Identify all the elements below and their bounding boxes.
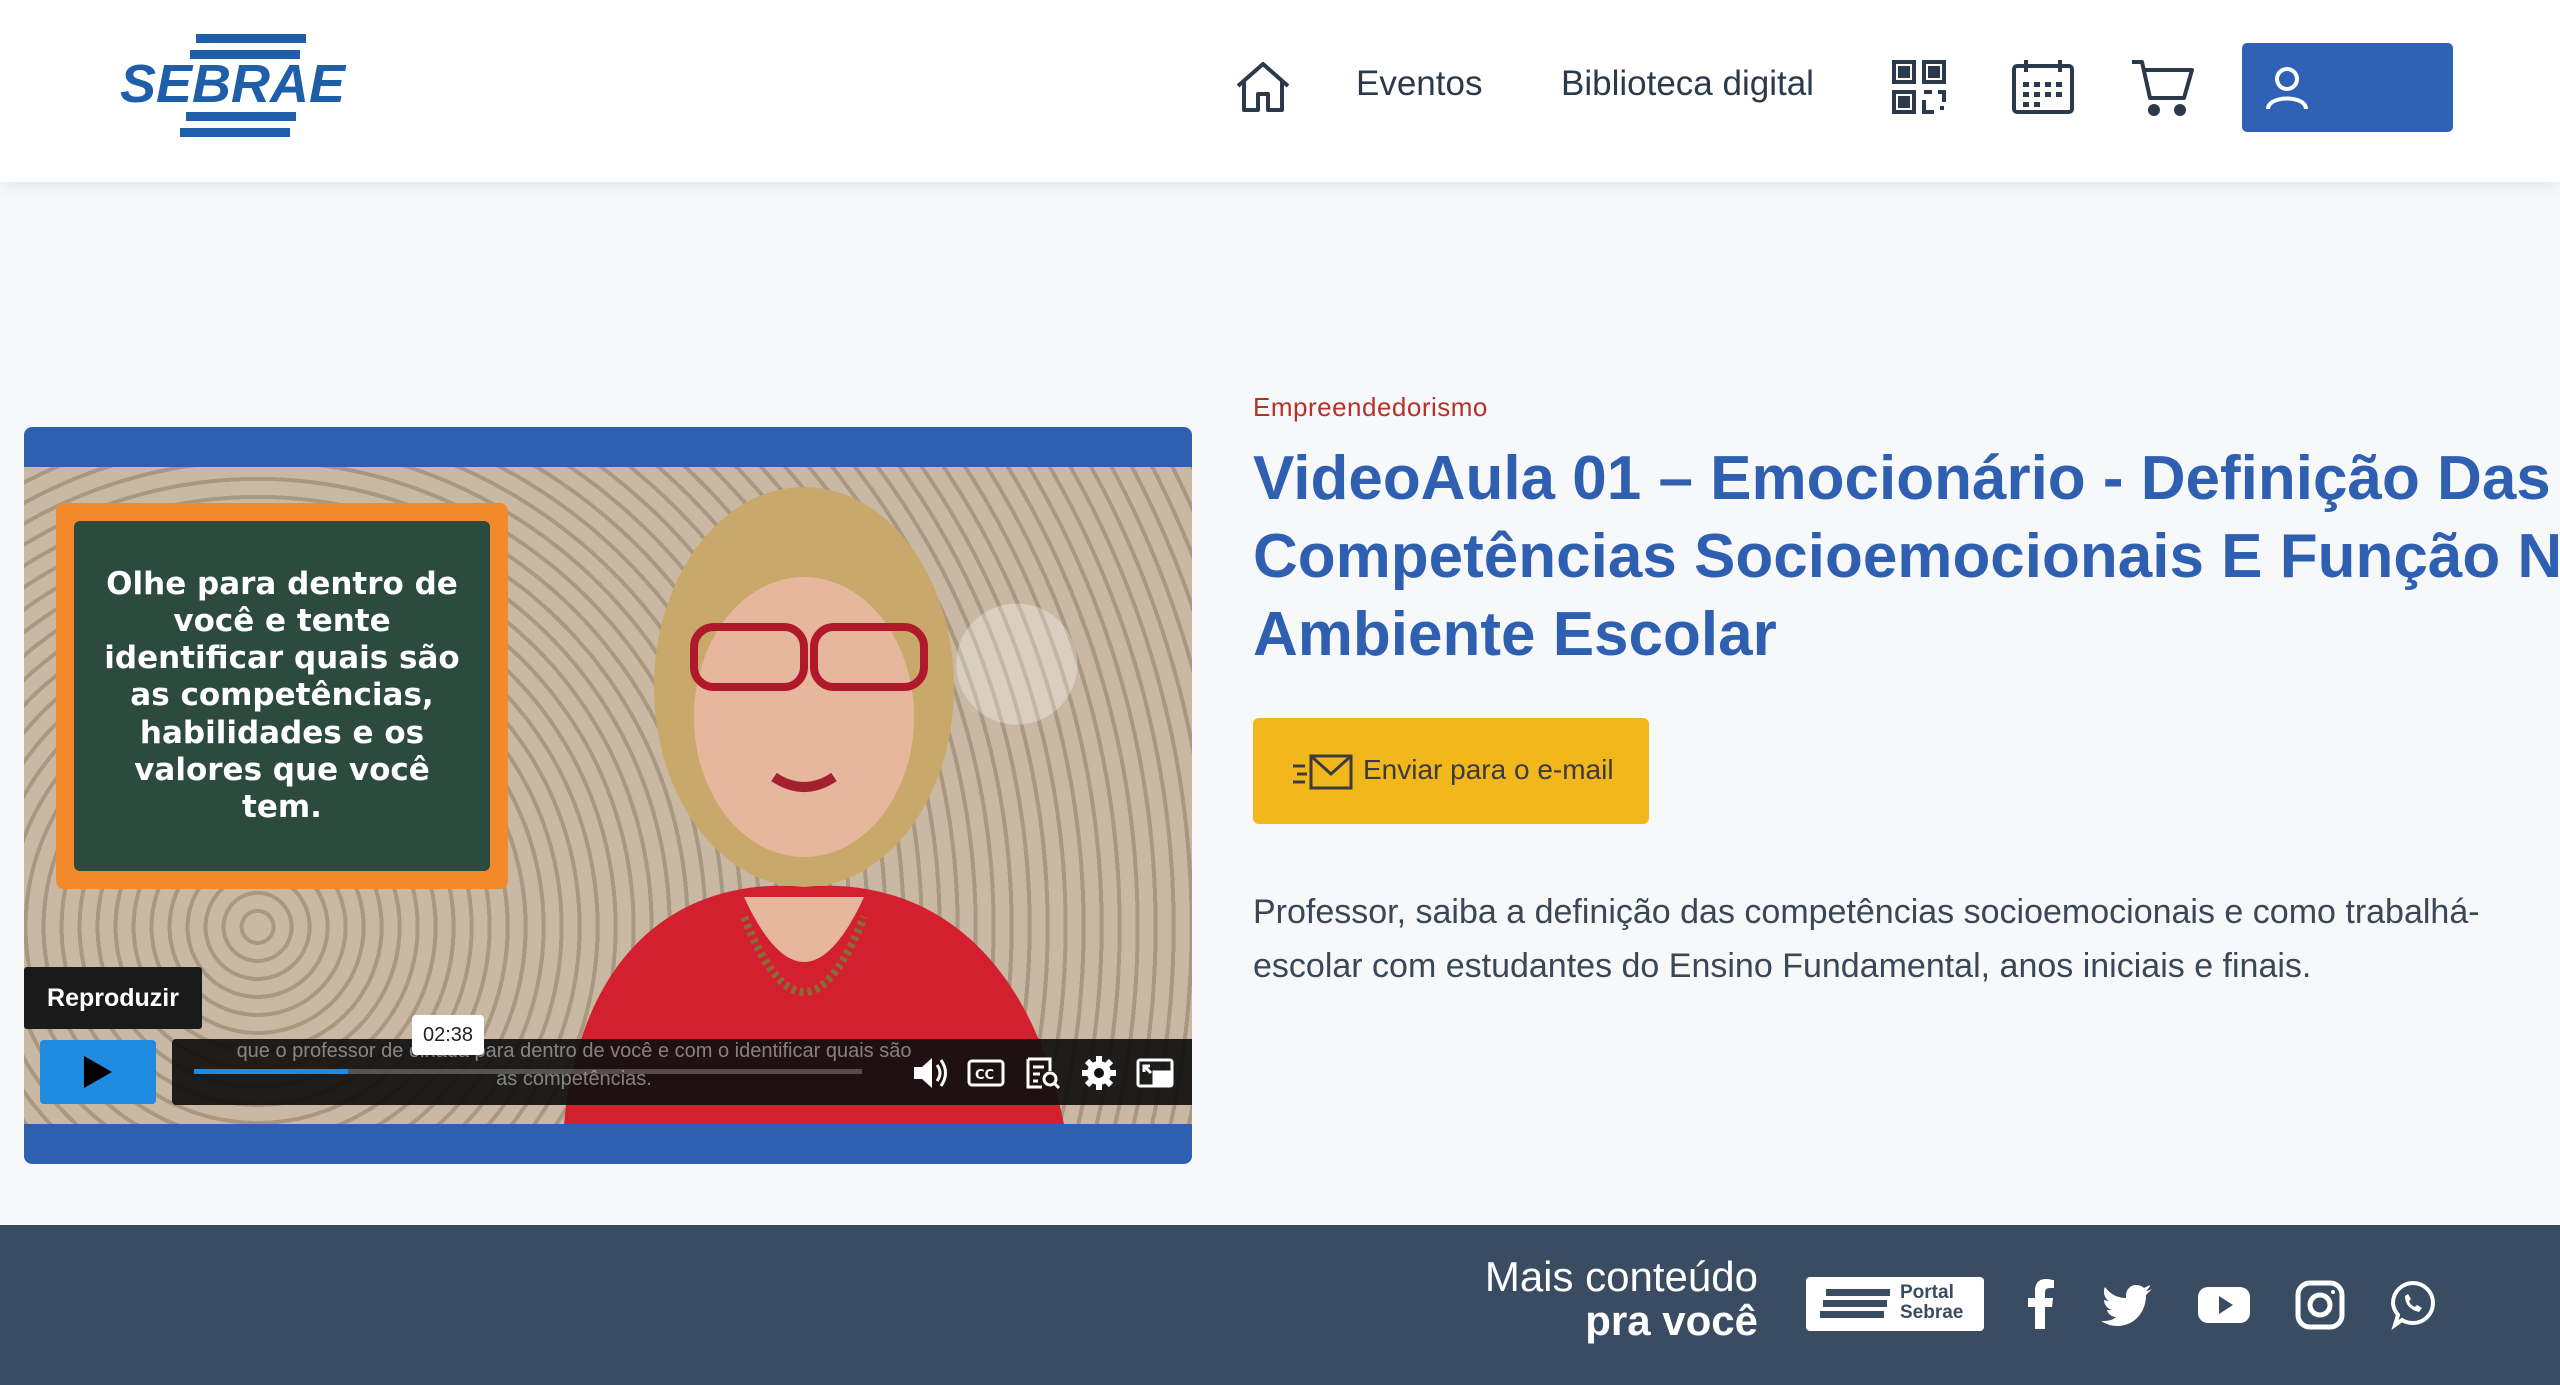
- portal-logo-icon: [1820, 1289, 1890, 1318]
- home-icon[interactable]: [1232, 56, 1294, 118]
- time-tooltip: 02:38: [412, 1015, 484, 1055]
- play-tooltip: Reproduzir: [24, 967, 202, 1029]
- more-content-heading: Mais conteúdo pra você: [1466, 1255, 1758, 1343]
- presenter-image: [564, 487, 1064, 1124]
- qr-code-icon[interactable]: [1888, 56, 1954, 118]
- captions-icon[interactable]: CC: [967, 1055, 1005, 1091]
- category-label[interactable]: Empreendedorismo: [1253, 392, 1488, 423]
- site-footer: Mais conteúdo pra você Portal Sebrae: [0, 1225, 2560, 1385]
- site-header: SEBRAE Eventos Biblioteca digital: [0, 0, 2560, 182]
- user-login-button[interactable]: [2242, 43, 2453, 132]
- youtube-icon[interactable]: [2196, 1277, 2252, 1333]
- video-player[interactable]: Olhe para dentro de você e tente identif…: [24, 467, 1192, 1124]
- more-content-line1: Mais conteúdo: [1484, 1253, 1758, 1300]
- settings-icon[interactable]: [1080, 1055, 1118, 1091]
- send-email-label: Enviar para o e-mail: [1363, 754, 1614, 785]
- play-icon: [84, 1056, 112, 1088]
- whatsapp-icon[interactable]: [2385, 1277, 2441, 1333]
- picture-in-picture-icon[interactable]: [1136, 1055, 1174, 1091]
- volume-icon[interactable]: [912, 1055, 950, 1091]
- chalkboard-text: Olhe para dentro de você e tente identif…: [104, 565, 460, 825]
- chalkboard-frame: Olhe para dentro de você e tente identif…: [56, 503, 508, 889]
- portal-sebrae-link[interactable]: Portal Sebrae: [1806, 1277, 1984, 1331]
- video-subtitle: que o professor de olhada para dentro de…: [236, 1040, 912, 1090]
- portal-text: Portal Sebrae: [1900, 1283, 1963, 1323]
- instagram-icon[interactable]: [2292, 1277, 2348, 1333]
- user-icon: [2266, 67, 2308, 110]
- portal-text-line1: Portal: [1900, 1282, 1954, 1303]
- send-mail-icon: [1293, 754, 1353, 790]
- portal-text-line2: Sebrae: [1900, 1302, 1964, 1323]
- facebook-icon[interactable]: [2014, 1277, 2070, 1333]
- logo-wordmark: SEBRAE: [120, 54, 347, 114]
- cart-icon[interactable]: [2130, 56, 2196, 118]
- chalkboard: Olhe para dentro de você e tente identif…: [74, 521, 490, 871]
- video-player-container: Olhe para dentro de você e tente identif…: [24, 427, 1192, 1164]
- calendar-icon[interactable]: [2010, 56, 2076, 118]
- svg-text:CC: CC: [975, 1068, 994, 1083]
- more-content-line2: pra você: [1585, 1297, 1758, 1344]
- nav-eventos-link[interactable]: Eventos: [1356, 64, 1482, 104]
- nav-biblioteca-link[interactable]: Biblioteca digital: [1561, 64, 1814, 104]
- page-description: Professor, saiba a definição das competê…: [1253, 893, 2480, 985]
- send-email-button[interactable]: Enviar para o e-mail: [1253, 718, 1649, 824]
- twitter-icon[interactable]: [2100, 1277, 2156, 1333]
- sebrae-logo[interactable]: SEBRAE: [118, 30, 348, 145]
- page-title: VideoAula 01 – Emocionário - Definição D…: [1253, 444, 2560, 669]
- play-button[interactable]: [40, 1040, 156, 1104]
- transcript-icon[interactable]: [1024, 1055, 1062, 1091]
